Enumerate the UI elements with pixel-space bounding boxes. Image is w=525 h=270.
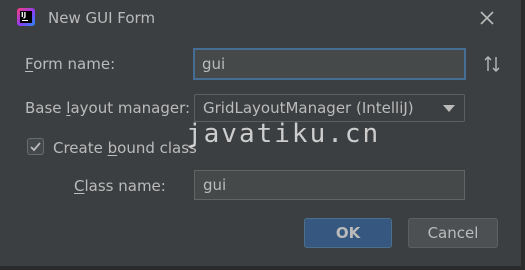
close-icon: [480, 11, 494, 25]
app-icon-text: IJ: [21, 11, 27, 19]
class-name-label: Class name:: [74, 177, 166, 195]
cancel-button[interactable]: Cancel: [408, 218, 498, 248]
base-layout-manager-value: GridLayoutManager (IntelliJ): [203, 99, 414, 117]
create-bound-class-checkbox[interactable]: [27, 138, 44, 155]
create-bound-class-label[interactable]: Create bound class: [53, 139, 197, 157]
form-name-label: Form name:: [25, 55, 116, 73]
watermark-text: javatiku.cn: [186, 119, 381, 149]
intellij-idea-icon: IJ: [17, 8, 35, 26]
close-button[interactable]: [476, 7, 498, 29]
form-name-input[interactable]: [193, 48, 466, 80]
title-bar[interactable]: IJ New GUI Form: [0, 0, 521, 36]
window-edge-bottom: [0, 266, 525, 270]
window-edge: [521, 0, 525, 270]
base-layout-manager-select[interactable]: GridLayoutManager (IntelliJ): [194, 94, 465, 122]
checkmark-icon: [30, 142, 41, 152]
ok-button[interactable]: OK: [304, 218, 392, 248]
sort-order-icon[interactable]: [483, 55, 501, 73]
new-gui-form-dialog: IJ New GUI Form Form name: Base layout m…: [0, 0, 525, 270]
dropdown-arrow-icon: [443, 105, 455, 112]
base-layout-manager-label: Base layout manager:: [25, 99, 191, 117]
class-name-input[interactable]: [194, 170, 465, 200]
window-title: New GUI Form: [48, 9, 156, 27]
form-name-label-text: orm name:: [33, 55, 116, 73]
